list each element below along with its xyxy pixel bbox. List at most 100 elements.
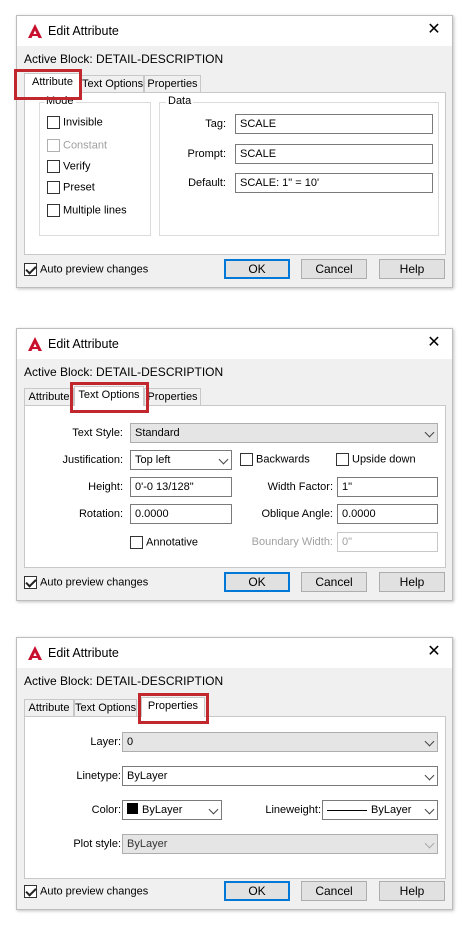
text-style-dropdown[interactable]: Standard <box>130 423 438 443</box>
oblique-angle-field[interactable]: 0.0000 <box>337 504 438 524</box>
prompt-field[interactable]: SCALE <box>235 144 433 164</box>
chevron-down-icon <box>208 804 219 815</box>
justification-label: Justification: <box>62 454 123 466</box>
tab-properties[interactable]: Properties <box>144 388 201 406</box>
lineweight-preview-icon <box>327 809 367 811</box>
prompt-label: Prompt: <box>187 148 226 160</box>
tab-properties[interactable]: Properties <box>144 75 201 93</box>
checkbox-icon <box>24 263 37 276</box>
tag-field[interactable]: SCALE <box>235 114 433 134</box>
autocad-logo-icon <box>28 24 42 38</box>
tab-text-options[interactable]: Text Options <box>81 75 144 93</box>
cancel-button[interactable]: Cancel <box>301 881 367 901</box>
tag-label: Tag: <box>205 118 226 130</box>
title-bar[interactable]: Edit Attribute ✕ <box>17 16 452 46</box>
mode-group: Mode Invisible Constant Verify Preset Mu… <box>39 95 151 236</box>
edit-attribute-dialog-properties-tab: Edit Attribute ✕ Active Block: DETAIL-DE… <box>16 637 453 910</box>
tab-text-options[interactable]: Text Options <box>74 699 137 717</box>
chevron-down-icon <box>424 770 435 781</box>
tab-attribute[interactable]: Attribute <box>24 699 74 717</box>
edit-attribute-dialog-text-options-tab: Edit Attribute ✕ Active Block: DETAIL-DE… <box>16 328 453 601</box>
cancel-button[interactable]: Cancel <box>301 259 367 279</box>
help-button[interactable]: Help <box>379 881 445 901</box>
checkbox-icon <box>47 204 60 217</box>
close-icon[interactable]: ✕ <box>426 333 442 353</box>
help-button[interactable]: Help <box>379 572 445 592</box>
active-block-label: Active Block: DETAIL-DESCRIPTION <box>24 674 224 688</box>
chevron-down-icon <box>218 454 229 465</box>
tab-properties[interactable]: Properties <box>141 697 205 717</box>
upside-down-checkbox[interactable]: Upside down <box>336 453 416 466</box>
backwards-checkbox[interactable]: Backwards <box>240 453 310 466</box>
layer-label: Layer: <box>90 736 121 748</box>
rotation-field[interactable]: 0.0000 <box>130 504 232 524</box>
properties-panel: Layer: 0 Linetype: ByLayer Color: ByLaye… <box>24 716 446 879</box>
height-label: Height: <box>88 481 123 493</box>
ok-button[interactable]: OK <box>224 881 290 901</box>
plot-style-dropdown[interactable]: ByLayer <box>122 834 438 854</box>
tab-attribute[interactable]: Attribute <box>24 73 81 93</box>
color-swatch <box>127 803 138 814</box>
tab-attribute[interactable]: Attribute <box>24 388 74 406</box>
tab-text-options[interactable]: Text Options <box>74 386 144 406</box>
data-group-title: Data <box>166 95 194 107</box>
autocad-logo-icon <box>28 337 42 351</box>
checkbox-icon <box>47 116 60 129</box>
edit-attribute-dialog-attribute-tab: Edit Attribute ✕ Active Block: DETAIL-DE… <box>14 15 453 288</box>
multiple-lines-checkbox[interactable]: Multiple lines <box>47 204 127 217</box>
mode-group-title: Mode <box>44 95 76 107</box>
verify-checkbox[interactable]: Verify <box>47 160 91 173</box>
invisible-checkbox[interactable]: Invisible <box>47 116 103 129</box>
active-block-label: Active Block: DETAIL-DESCRIPTION <box>24 365 224 379</box>
close-icon[interactable]: ✕ <box>426 20 442 40</box>
justification-dropdown[interactable]: Top left <box>130 450 232 470</box>
checkbox-icon <box>24 885 37 898</box>
active-block-label: Active Block: DETAIL-DESCRIPTION <box>24 52 224 66</box>
chevron-down-icon <box>424 804 435 815</box>
linetype-dropdown[interactable]: ByLayer <box>122 766 438 786</box>
rotation-label: Rotation: <box>78 508 123 520</box>
dialog-title: Edit Attribute <box>48 646 119 660</box>
preset-checkbox[interactable]: Preset <box>47 181 95 194</box>
layer-dropdown[interactable]: 0 <box>122 732 438 752</box>
attribute-panel: Mode Invisible Constant Verify Preset Mu… <box>24 92 446 255</box>
auto-preview-checkbox[interactable]: Auto preview changes <box>24 576 148 589</box>
lineweight-label: Lineweight: <box>265 804 321 816</box>
color-dropdown[interactable]: ByLayer <box>122 800 222 820</box>
title-bar[interactable]: Edit Attribute ✕ <box>17 638 452 668</box>
chevron-down-icon <box>424 736 435 747</box>
width-factor-label: Width Factor: <box>267 481 333 493</box>
chevron-down-icon <box>424 838 435 849</box>
text-style-label: Text Style: <box>72 427 123 439</box>
ok-button[interactable]: OK <box>224 572 290 592</box>
boundary-width-label: Boundary Width: <box>251 536 333 548</box>
ok-button[interactable]: OK <box>224 259 290 279</box>
checkbox-icon <box>336 453 349 466</box>
height-field[interactable]: 0'-0 13/128" <box>130 477 232 497</box>
data-group: Data Tag: SCALE Prompt: SCALE Default: S… <box>159 95 439 236</box>
annotative-checkbox[interactable]: Annotative <box>130 536 198 549</box>
text-options-panel: Text Style: Standard Justification: Top … <box>24 405 446 568</box>
cancel-button[interactable]: Cancel <box>301 572 367 592</box>
constant-checkbox[interactable]: Constant <box>47 139 107 152</box>
default-label: Default: <box>188 177 226 189</box>
chevron-down-icon <box>424 427 435 438</box>
checkbox-icon <box>24 576 37 589</box>
color-label: Color: <box>91 804 121 816</box>
oblique-angle-label: Oblique Angle: <box>261 508 333 520</box>
auto-preview-checkbox[interactable]: Auto preview changes <box>24 885 148 898</box>
help-button[interactable]: Help <box>379 259 445 279</box>
lineweight-dropdown[interactable]: ByLayer <box>322 800 438 820</box>
dialog-title: Edit Attribute <box>48 337 119 351</box>
width-factor-field[interactable]: 1" <box>337 477 438 497</box>
checkbox-icon <box>240 453 253 466</box>
checkbox-icon <box>47 160 60 173</box>
plot-style-label: Plot style: <box>73 838 121 850</box>
boundary-width-field[interactable]: 0" <box>337 532 438 552</box>
close-icon[interactable]: ✕ <box>426 642 442 662</box>
checkbox-icon <box>47 181 60 194</box>
default-field[interactable]: SCALE: 1" = 10' <box>235 173 433 193</box>
title-bar[interactable]: Edit Attribute ✕ <box>17 329 452 359</box>
auto-preview-checkbox[interactable]: Auto preview changes <box>24 263 148 276</box>
dialog-title: Edit Attribute <box>48 24 119 38</box>
